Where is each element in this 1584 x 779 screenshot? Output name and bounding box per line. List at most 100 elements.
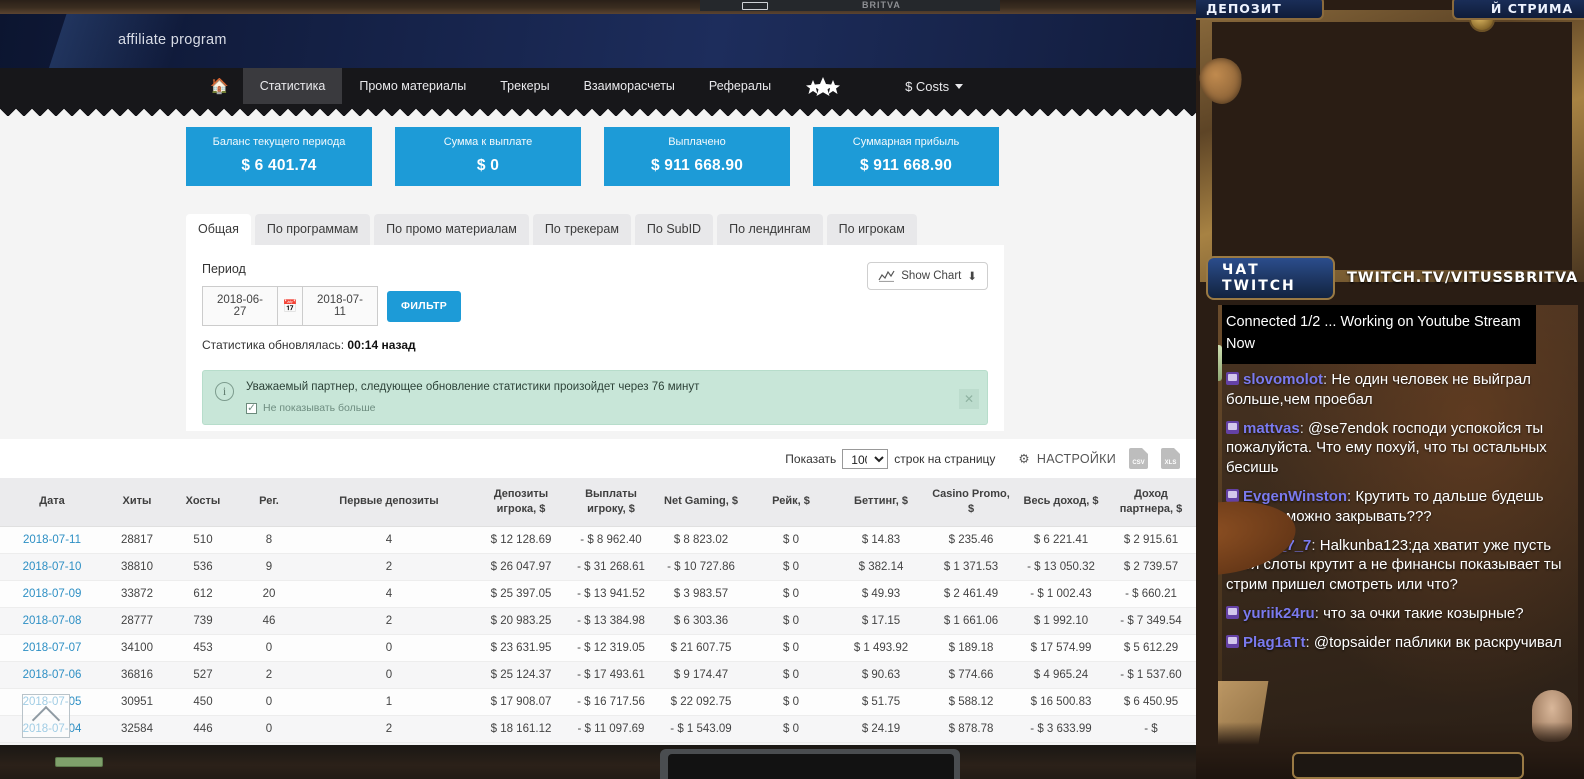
chat-username[interactable]: EvgenWinston	[1243, 488, 1347, 505]
td-betting: $ 17.15	[836, 607, 926, 634]
show-chart-button[interactable]: Show Chart ⬇	[867, 262, 988, 290]
zigzag-teeth	[0, 104, 1196, 116]
kpi-value: $ 6 401.74	[186, 157, 372, 175]
tab-general[interactable]: Общая	[186, 214, 251, 245]
nav-item-star[interactable]	[788, 68, 858, 104]
stats-updated-label: Статистика обновлялась:	[202, 338, 344, 352]
td-reg: 9	[236, 553, 302, 580]
tab-programs[interactable]: По программам	[255, 214, 370, 245]
xls-export-icon[interactable]: XLS	[1161, 448, 1180, 469]
table-head: Дата Хиты Хосты Рег. Первые депозиты Деп…	[0, 478, 1196, 526]
date-link[interactable]: 2018-07-06	[23, 669, 82, 681]
chat-username[interactable]: slovomolot	[1243, 371, 1323, 388]
date-link[interactable]: 2018-07-08	[23, 615, 82, 627]
alert-body: Уважаемый партнер, следующее обновление …	[246, 381, 699, 414]
td-casino-promo: $ 588.12	[926, 688, 1016, 715]
affiliate-dashboard-page: affiliate program BRITVA 🏠 Статистика Пр…	[0, 0, 1196, 779]
date-link[interactable]: 2018-07-07	[23, 642, 82, 654]
th-partner-income[interactable]: Доход партнера, $	[1106, 478, 1196, 526]
checkbox-icon[interactable]: ✓	[246, 403, 257, 414]
td-reg: 0	[236, 715, 302, 742]
td-rake: $ 0	[746, 661, 836, 688]
date-link[interactable]: 2018-07-09	[23, 588, 82, 600]
nav-home[interactable]: 🏠	[196, 68, 243, 104]
td-hits: 32584	[104, 715, 170, 742]
th-first-deposits[interactable]: Первые депозиты	[302, 478, 476, 526]
th-player-deposits[interactable]: Депозиты игрока, $	[476, 478, 566, 526]
th-date[interactable]: Дата	[0, 478, 104, 526]
chat-scroll-knob[interactable]	[1218, 345, 1222, 381]
twitch-badge-icon	[1226, 489, 1239, 502]
td-partner-income: - $ 1 537.60	[1106, 661, 1196, 688]
rows-per-page-select[interactable]: 100	[842, 449, 888, 469]
nav-item-statistics[interactable]: Статистика	[243, 68, 343, 104]
td-player-deposits: $ 18 161.12	[476, 715, 566, 742]
td-player-deposits: $ 17 908.07	[476, 688, 566, 715]
tab-promo[interactable]: По промо материалам	[374, 214, 529, 245]
td-date[interactable]: 2018-07-10	[0, 553, 104, 580]
chat-username[interactable]: yuriik24ru	[1243, 605, 1315, 622]
stream-overlay-top-strip: BRITVA	[0, 0, 1196, 14]
th-rake[interactable]: Рейк, $	[746, 478, 836, 526]
tab-landings[interactable]: По лендингам	[717, 214, 823, 245]
rows-per-page-label: Показать	[785, 452, 836, 466]
settings-button[interactable]: ⚙ НАСТРОЙКИ	[1018, 451, 1116, 466]
td-first-deposits: 4	[302, 580, 476, 607]
th-hits[interactable]: Хиты	[104, 478, 170, 526]
td-reg: 0	[236, 688, 302, 715]
td-partner-income: $ 2 915.61	[1106, 526, 1196, 553]
nav-item-promo[interactable]: Промо материалы	[342, 68, 483, 104]
nav-item-referrals[interactable]: Рефералы	[692, 68, 788, 104]
chat-input[interactable]	[1292, 752, 1524, 779]
calendar-button[interactable]: 📅	[278, 286, 302, 326]
td-hosts: 510	[170, 526, 236, 553]
td-total-income: $ 4 965.24	[1016, 661, 1106, 688]
nav-item-costs[interactable]: $ Costs	[888, 68, 980, 104]
td-player-deposits: $ 23 631.95	[476, 634, 566, 661]
tab-players[interactable]: По игрокам	[827, 214, 917, 245]
th-total-income[interactable]: Весь доход, $	[1016, 478, 1106, 526]
date-link[interactable]: 2018-07-11	[23, 534, 81, 546]
nav-item-settlements[interactable]: Взаиморасчеты	[567, 68, 692, 104]
td-date[interactable]: 2018-07-07	[0, 634, 104, 661]
overlay-rect-icon	[742, 2, 768, 10]
td-rake: $ 0	[746, 580, 836, 607]
td-hits: 28817	[104, 526, 170, 553]
chat-username[interactable]: Plag1aTt	[1243, 634, 1306, 651]
td-date[interactable]: 2018-07-08	[0, 607, 104, 634]
th-reg[interactable]: Рег.	[236, 478, 302, 526]
tab-trackers[interactable]: По трекерам	[533, 214, 631, 245]
stream-overlay-bottom-bleed	[0, 745, 1196, 779]
td-date[interactable]: 2018-07-11	[0, 526, 104, 553]
info-icon: i	[215, 382, 234, 401]
chat-body[interactable]: Connected 1/2 ... Working on Youtube Str…	[1218, 305, 1578, 760]
td-partner-income: - $ 660.21	[1106, 580, 1196, 607]
td-player-payouts: - $ 17 493.61	[566, 661, 656, 688]
gear-icon: ⚙	[1018, 451, 1030, 466]
td-net-gaming: $ 22 092.75	[656, 688, 746, 715]
nav-item-trackers[interactable]: Трекеры	[483, 68, 566, 104]
th-player-payouts[interactable]: Выплаты игроку, $	[566, 478, 656, 526]
td-date[interactable]: 2018-07-09	[0, 580, 104, 607]
td-casino-promo: $ 189.18	[926, 634, 1016, 661]
td-first-deposits: 2	[302, 607, 476, 634]
date-link[interactable]: 2018-07-10	[23, 561, 82, 573]
close-icon[interactable]: ✕	[959, 389, 979, 409]
date-to-input[interactable]: 2018-07-11	[302, 286, 378, 326]
csv-export-icon[interactable]: CSV	[1129, 448, 1148, 469]
tab-subid[interactable]: По SubID	[635, 214, 713, 245]
alert-checkbox-row[interactable]: ✓ Не показывать больше	[246, 402, 699, 414]
date-from-input[interactable]: 2018-06-27	[202, 286, 278, 326]
th-hosts[interactable]: Хосты	[170, 478, 236, 526]
chat-username[interactable]: mattvas	[1243, 420, 1300, 437]
filter-button[interactable]: ФИЛЬТР	[387, 291, 461, 322]
costs-label: $ Costs	[905, 79, 949, 94]
th-casino-promo[interactable]: Casino Promo, $	[926, 478, 1016, 526]
th-net-gaming[interactable]: Net Gaming, $	[656, 478, 746, 526]
scroll-to-top-button[interactable]	[22, 694, 70, 738]
td-betting: $ 49.93	[836, 580, 926, 607]
td-date[interactable]: 2018-07-06	[0, 661, 104, 688]
twitch-badge-icon	[1226, 606, 1239, 619]
th-betting[interactable]: Беттинг, $	[836, 478, 926, 526]
td-player-payouts: - $ 13 941.52	[566, 580, 656, 607]
